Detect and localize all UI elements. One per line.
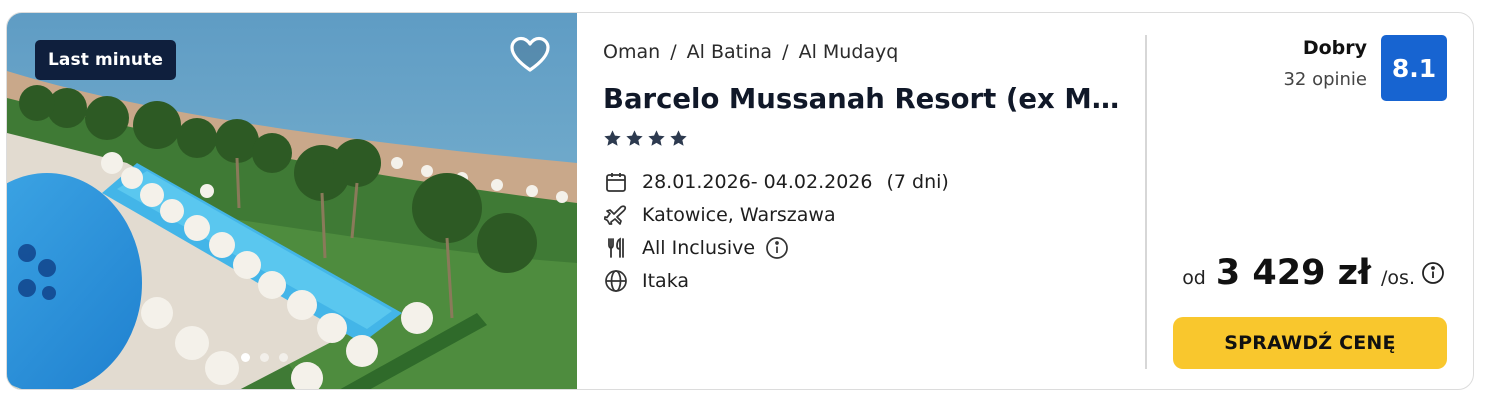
breadcrumb-region[interactable]: Al Batina bbox=[687, 41, 772, 63]
hotel-name[interactable]: Barcelo Mussanah Resort (ex Mil... bbox=[603, 83, 1123, 115]
price-amount: 3 429 zł bbox=[1215, 253, 1372, 293]
price-suffix: /os. bbox=[1381, 267, 1415, 289]
fact-operator: Itaka bbox=[603, 264, 949, 297]
globe-icon bbox=[603, 268, 629, 294]
price-block: od 3 429 zł /os. bbox=[1182, 253, 1445, 293]
location-breadcrumb: Oman / Al Batina / Al Mudayq bbox=[603, 41, 898, 63]
last-minute-badge: Last minute bbox=[35, 40, 176, 80]
carousel-dot[interactable] bbox=[279, 353, 288, 362]
travel-dates: 28.01.2026- 04.02.2026 bbox=[642, 170, 873, 193]
heart-outline-icon bbox=[510, 36, 550, 72]
star-icon bbox=[670, 130, 687, 146]
board-type: All Inclusive bbox=[642, 236, 756, 259]
breadcrumb-separator: / bbox=[670, 41, 677, 63]
review-count[interactable]: 32 opinie bbox=[1283, 69, 1367, 90]
fact-board: All Inclusive bbox=[603, 231, 949, 264]
cutlery-icon bbox=[603, 235, 629, 261]
tour-operator: Itaka bbox=[642, 269, 690, 292]
hotel-photo[interactable]: Last minute bbox=[7, 13, 577, 389]
fact-dates: 28.01.2026- 04.02.2026 (7 dni) bbox=[603, 165, 949, 198]
departure-cities: Katowice, Warszawa bbox=[642, 203, 836, 226]
rating-score-badge: 8.1 bbox=[1381, 35, 1447, 101]
star-icon bbox=[648, 130, 665, 146]
offer-details: Oman / Al Batina / Al Mudayq Barcelo Mus… bbox=[603, 13, 1123, 389]
breadcrumb-city[interactable]: Al Mudayq bbox=[799, 41, 899, 63]
fact-departure: Katowice, Warszawa bbox=[603, 198, 949, 231]
calendar-icon bbox=[603, 169, 629, 195]
carousel-dot[interactable] bbox=[241, 353, 250, 362]
breadcrumb-country[interactable]: Oman bbox=[603, 41, 660, 63]
trip-length: (7 dni) bbox=[886, 170, 949, 193]
carousel-indicators[interactable] bbox=[241, 353, 288, 362]
offer-facts: 28.01.2026- 04.02.2026 (7 dni) Katowice,… bbox=[603, 165, 949, 297]
breadcrumb-separator: / bbox=[782, 41, 789, 63]
airplane-icon bbox=[603, 202, 629, 228]
rating-label: Dobry bbox=[1302, 37, 1367, 59]
star-rating bbox=[603, 129, 688, 148]
star-icon bbox=[626, 130, 643, 146]
favorite-button[interactable] bbox=[507, 33, 553, 79]
board-info-icon[interactable] bbox=[765, 236, 789, 260]
check-price-button[interactable]: SPRAWDŹ CENĘ bbox=[1173, 317, 1447, 369]
section-divider bbox=[1145, 35, 1147, 369]
price-info-icon[interactable] bbox=[1421, 261, 1445, 285]
offer-card[interactable]: Last minute Oman / Al Batina / Al Mudayq… bbox=[6, 12, 1474, 390]
carousel-dot[interactable] bbox=[260, 353, 269, 362]
star-icon bbox=[604, 130, 621, 146]
price-prefix: od bbox=[1182, 267, 1206, 289]
